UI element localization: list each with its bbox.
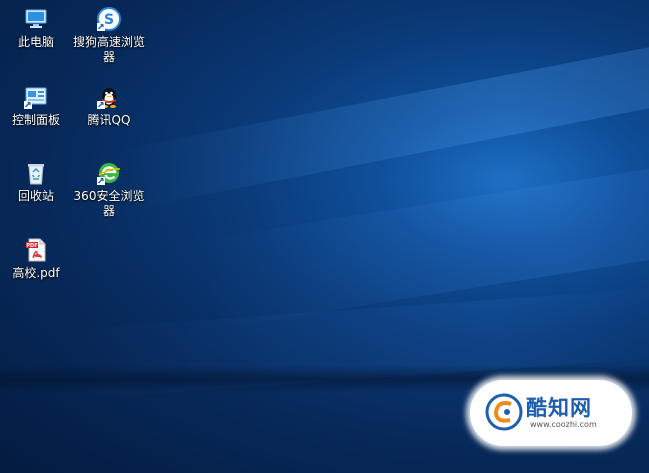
qq-penguin-icon <box>96 84 122 110</box>
pdf-file-icon: PDF <box>23 237 49 263</box>
computer-icon <box>23 6 49 32</box>
desktop-icon-label: 此电脑 <box>17 35 54 49</box>
desktop-icon-tencent-qq[interactable]: 腾讯QQ <box>73 84 145 128</box>
desktop-icon-label: 控制面板 <box>11 113 60 127</box>
watermark-brand: 酷知网 <box>526 396 592 420</box>
recycle-bin-icon <box>23 160 49 186</box>
control-panel-icon <box>23 84 49 110</box>
360-browser-icon <box>96 160 122 186</box>
svg-text:PDF: PDF <box>26 243 37 249</box>
desktop-icon-gaoxiao-pdf[interactable]: PDF 高校.pdf <box>0 237 72 281</box>
desktop-icon-label: 搜狗高速浏览器 <box>73 35 146 64</box>
svg-text:S: S <box>104 12 114 28</box>
desktop-icon-sogou-browser[interactable]: S 搜狗高速浏览器 <box>73 6 145 65</box>
desktop-icon-label: 回收站 <box>17 189 54 203</box>
watermark-url: www.coozhi.com <box>530 420 597 429</box>
coozhi-logo-icon <box>484 392 524 432</box>
desktop-icon-control-panel[interactable]: 控制面板 <box>0 84 72 128</box>
desktop-icon-360-browser[interactable]: 360安全浏览器 <box>73 160 145 219</box>
desktop-icon-label: 360安全浏览器 <box>73 189 145 218</box>
desktop-icon-recycle-bin[interactable]: 回收站 <box>0 160 72 204</box>
desktop-icon-label: 腾讯QQ <box>87 113 131 127</box>
desktop-icon-this-pc[interactable]: 此电脑 <box>0 6 72 50</box>
sogou-browser-icon: S <box>96 6 122 32</box>
coozhi-watermark: 酷知网 www.coozhi.com <box>470 380 632 446</box>
light-beam <box>120 16 649 209</box>
desktop-icon-label: 高校.pdf <box>12 266 60 280</box>
